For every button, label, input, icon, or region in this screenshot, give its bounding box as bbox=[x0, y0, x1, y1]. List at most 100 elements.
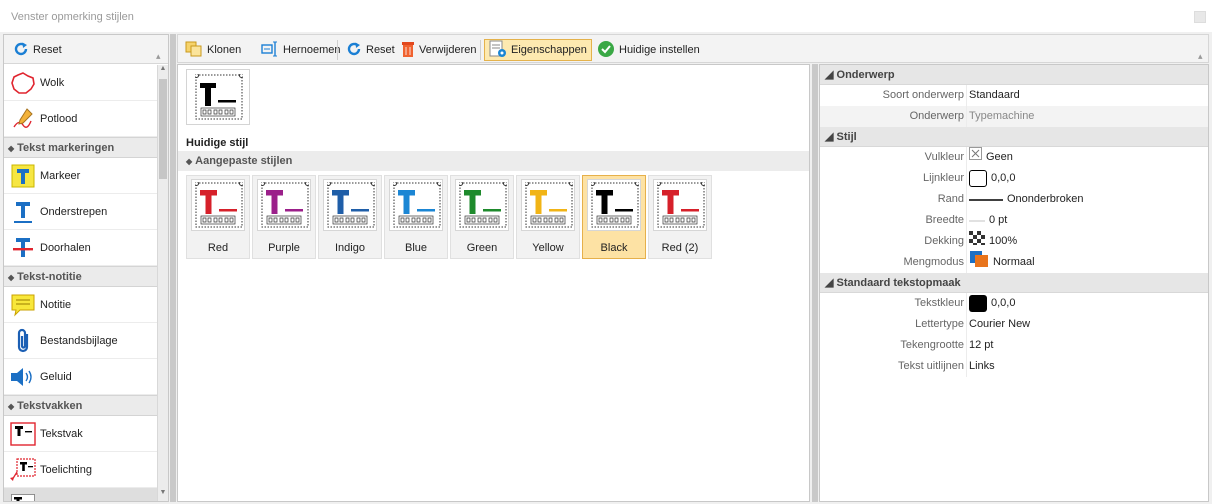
annotation-type-toelichting[interactable]: Toelichting bbox=[4, 452, 157, 488]
style-card[interactable]: Purple bbox=[252, 175, 316, 259]
annotation-type-wolk[interactable]: Wolk bbox=[4, 65, 157, 101]
annotation-type-label: Geluid bbox=[40, 370, 72, 383]
pencil-icon bbox=[10, 106, 36, 132]
underline-icon bbox=[10, 199, 36, 225]
prop-subject-type[interactable]: Soort onderwerp Standaard bbox=[820, 85, 1208, 106]
style-card[interactable]: Red (2) bbox=[648, 175, 712, 259]
paperclip-icon bbox=[10, 328, 36, 354]
current-style-card[interactable] bbox=[186, 69, 250, 125]
category-stijl[interactable]: ◢ Stijl bbox=[820, 127, 1208, 147]
typewriter-icon bbox=[195, 74, 243, 120]
prop-opacity-key: Dekking bbox=[924, 235, 964, 247]
custom-styles-header: ◆ Aangepaste stijlen bbox=[178, 151, 809, 171]
typewriter-icon bbox=[261, 182, 309, 228]
styles-toolbar: Klonen Hernoemen Reset Verwijderen Eigen… bbox=[177, 34, 1209, 63]
annotation-type-label: Toelichting bbox=[40, 463, 92, 476]
category-tekstopmaak[interactable]: ◢ Standaard tekstopmaak bbox=[820, 273, 1208, 293]
rename-button[interactable]: Hernoemen bbox=[256, 39, 345, 61]
splitter-left[interactable] bbox=[170, 34, 176, 502]
prop-opacity-value: 100% bbox=[989, 235, 1018, 247]
prop-text-color-value: 0,0,0 bbox=[991, 297, 1016, 309]
solid-line-icon bbox=[969, 189, 1003, 210]
annotation-type-tekstvak[interactable]: Tekstvak bbox=[4, 416, 157, 452]
typewriter-icon bbox=[327, 182, 375, 228]
annotation-type-panel: Reset ▴ Wolk Potlood ◆ Tekst markeringen Mar… bbox=[3, 34, 169, 502]
style-name: Red bbox=[207, 242, 229, 254]
prop-line-color-key: Lijnkleur bbox=[923, 172, 964, 184]
annotation-type-label: Notitie bbox=[40, 298, 72, 311]
scrollbar-thumb[interactable] bbox=[159, 79, 167, 179]
prop-blend-mode[interactable]: Mengmodus Normaal bbox=[820, 250, 1208, 273]
annotation-type-geluid[interactable]: Geluid bbox=[4, 359, 157, 395]
scroll-down-icon[interactable]: ▼ bbox=[158, 489, 168, 501]
category-onderwerp[interactable]: ◢ Onderwerp bbox=[820, 65, 1208, 85]
annotation-type-potlood[interactable]: Potlood bbox=[4, 101, 157, 137]
strikeout-icon bbox=[10, 235, 36, 261]
prop-font[interactable]: Lettertype Courier New bbox=[820, 314, 1208, 335]
category-header-label: Tekstvakken bbox=[17, 400, 83, 412]
delete-button[interactable]: Verwijderen bbox=[396, 39, 481, 61]
style-name: Purple bbox=[268, 242, 300, 254]
styles-gallery: Huidige stijl ◆ Aangepaste stijlen Red Pur… bbox=[177, 64, 810, 502]
thin-line-icon bbox=[969, 210, 985, 231]
left-reset-button[interactable]: Reset bbox=[8, 39, 67, 61]
close-button[interactable] bbox=[1194, 11, 1206, 23]
prop-subject[interactable]: Onderwerp Typemachine bbox=[820, 106, 1208, 127]
typewriter-icon bbox=[459, 182, 507, 228]
style-thumbnail bbox=[587, 179, 641, 231]
prop-fill[interactable]: Vulkleur Geen bbox=[820, 147, 1208, 168]
clone-button[interactable]: Klonen bbox=[180, 39, 246, 61]
category-onderwerp-label: Onderwerp bbox=[836, 69, 895, 81]
style-card[interactable]: Green bbox=[450, 175, 514, 259]
prop-line-color[interactable]: Lijnkleur 0,0,0 bbox=[820, 168, 1208, 189]
annotation-type-markeer[interactable]: Markeer bbox=[4, 158, 157, 194]
prop-border-key: Rand bbox=[937, 193, 964, 205]
style-card[interactable]: Red bbox=[186, 175, 250, 259]
typewriter-icon bbox=[393, 182, 441, 228]
style-name: Black bbox=[600, 242, 628, 254]
typewriter-icon bbox=[195, 182, 243, 228]
style-card[interactable]: Black bbox=[582, 175, 646, 259]
splitter-right[interactable] bbox=[812, 64, 818, 502]
annotation-type-typemachine[interactable]: Typemachine bbox=[4, 488, 157, 501]
typewriter-icon bbox=[525, 182, 573, 228]
prop-text-color-key: Tekstkleur bbox=[914, 297, 964, 309]
prop-border[interactable]: Rand Ononderbroken bbox=[820, 189, 1208, 210]
prop-font-size-value: 12 pt bbox=[969, 339, 994, 351]
rename-icon bbox=[261, 41, 279, 60]
window-title: Venster opmerking stijlen bbox=[11, 11, 134, 23]
prop-text-align[interactable]: Tekst uitlijnen Links bbox=[820, 356, 1208, 377]
annotation-type-label: Tekstvak bbox=[40, 427, 83, 440]
set-current-button[interactable]: Huidige instellen bbox=[592, 39, 705, 61]
category-header: ◆ Tekst markeringen bbox=[4, 137, 157, 158]
properties-label: Eigenschappen bbox=[511, 44, 587, 56]
trash-icon bbox=[401, 40, 415, 61]
prop-blend-mode-key: Mengmodus bbox=[903, 256, 964, 268]
annotation-type-label: Bestandsbijlage bbox=[40, 334, 118, 347]
prop-subject-type-key: Soort onderwerp bbox=[882, 89, 964, 101]
highlight-icon bbox=[10, 163, 36, 189]
style-thumbnail bbox=[521, 179, 575, 231]
prop-font-size[interactable]: Tekengrootte 12 pt bbox=[820, 335, 1208, 356]
annotation-type-onderstrepen[interactable]: Onderstrepen bbox=[4, 194, 157, 230]
annotation-type-notitie[interactable]: Notitie bbox=[4, 287, 157, 323]
typewriter-icon bbox=[10, 493, 36, 501]
scroll-up-icon[interactable]: ▲ bbox=[158, 65, 168, 77]
left-toolbar: Reset ▴ bbox=[4, 35, 168, 64]
prop-opacity[interactable]: Dekking 100% bbox=[820, 230, 1208, 252]
style-thumbnail bbox=[455, 179, 509, 231]
checkmark-icon bbox=[597, 40, 615, 61]
style-card[interactable]: Indigo bbox=[318, 175, 382, 259]
prop-font-key: Lettertype bbox=[915, 318, 964, 330]
prop-width[interactable]: Breedte 0 pt bbox=[820, 210, 1208, 231]
annotation-type-label: Markeer bbox=[40, 169, 81, 182]
left-scrollbar[interactable]: ▲ ▼ bbox=[157, 65, 168, 501]
annotation-type-bestandsbijlage[interactable]: Bestandsbijlage bbox=[4, 323, 157, 359]
style-card[interactable]: Blue bbox=[384, 175, 448, 259]
prop-subject-value[interactable]: Typemachine bbox=[969, 106, 1034, 127]
prop-text-color[interactable]: Tekstkleur 0,0,0 bbox=[820, 293, 1208, 314]
annotation-type-doorhalen[interactable]: Doorhalen bbox=[4, 230, 157, 266]
properties-button[interactable]: Eigenschappen bbox=[484, 39, 592, 61]
reset-button[interactable]: Reset bbox=[341, 39, 400, 61]
style-card[interactable]: Yellow bbox=[516, 175, 580, 259]
